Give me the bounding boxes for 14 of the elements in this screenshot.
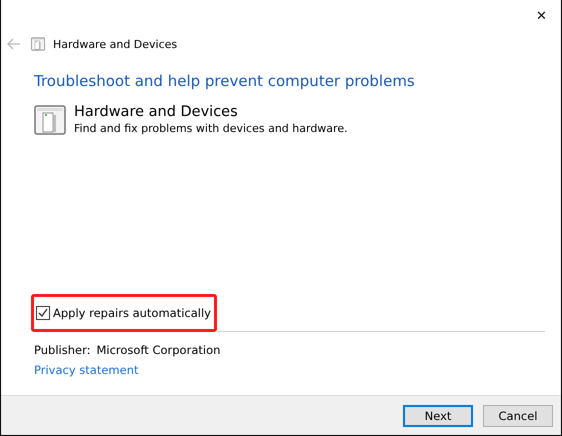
breadcrumb-title: Hardware and Devices — [53, 38, 178, 50]
page-heading: Troubleshoot and help prevent computer problems — [34, 72, 416, 90]
close-button[interactable]: ✕ — [530, 6, 553, 24]
publisher-value: Microsoft Corporation — [96, 343, 220, 357]
cancel-button[interactable]: Cancel — [483, 404, 553, 426]
troubleshooter-title: Hardware and Devices — [74, 104, 239, 120]
publisher-label: Publisher: — [34, 343, 90, 357]
hardware-icon — [34, 104, 66, 136]
next-button[interactable]: Next — [403, 404, 473, 426]
checkbox-label: Apply repairs automatically — [53, 306, 211, 320]
checkbox[interactable] — [36, 306, 50, 320]
hardware-icon — [31, 37, 45, 51]
troubleshooter-description: Find and fix problems with devices and hardware. — [74, 122, 348, 135]
privacy-link[interactable]: Privacy statement — [34, 363, 138, 377]
